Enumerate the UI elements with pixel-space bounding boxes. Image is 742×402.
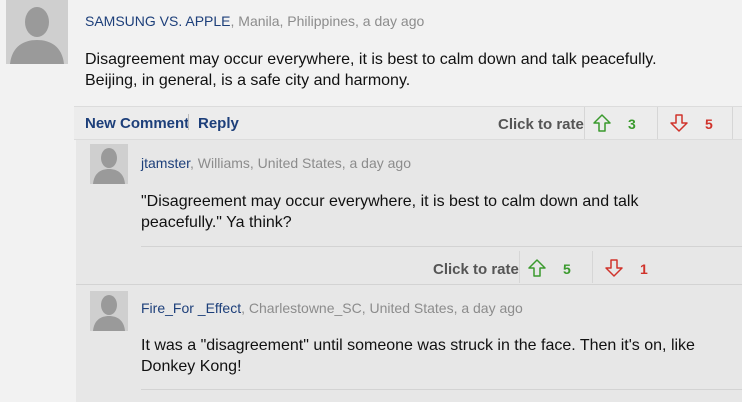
upvote-count: 5 — [563, 261, 571, 277]
comment-text: It was a "disagreement" until someone wa… — [141, 337, 695, 375]
upvote-arrow-icon[interactable] — [528, 259, 546, 277]
reply-comment: Fire_For _Effect, Charlestowne_SC, Unite… — [76, 285, 742, 402]
downvote-arrow-icon[interactable] — [605, 259, 623, 277]
comment: SAMSUNG VS. APPLE, Manila, Philippines, … — [0, 0, 742, 140]
rate-label: Click to rate — [433, 261, 519, 278]
action-divider — [188, 114, 189, 130]
reply-comment: jtamster, Williams, United States, a day… — [76, 140, 742, 284]
upvote-count: 3 — [628, 116, 636, 132]
user-silhouette-icon — [90, 144, 128, 184]
comment-action-bar: New Comment Reply Click to rate 3 5 — [74, 106, 742, 140]
author-name[interactable]: SAMSUNG VS. APPLE — [85, 13, 231, 29]
downvote-count: 1 — [640, 261, 648, 277]
author-name[interactable]: Fire_For _Effect — [141, 300, 241, 316]
avatar[interactable] — [6, 0, 68, 64]
comment-meta: jtamster, Williams, United States, a day… — [141, 155, 411, 171]
rate-divider — [592, 251, 593, 283]
reply-button[interactable]: Reply — [198, 115, 239, 132]
avatar[interactable] — [90, 144, 128, 184]
upvote-arrow-icon[interactable] — [593, 114, 611, 132]
new-comment-button[interactable]: New Comment — [85, 115, 189, 132]
rate-divider — [657, 107, 658, 139]
user-silhouette-icon — [6, 0, 68, 64]
downvote-arrow-icon[interactable] — [670, 114, 688, 132]
rate-divider — [732, 107, 733, 139]
comment-location-time: , Williams, United States, a day ago — [190, 155, 412, 171]
avatar[interactable] — [90, 291, 128, 331]
comment-text: "Disagreement may occur everywhere, it i… — [141, 193, 639, 231]
rate-row: Click to rate 5 1 — [141, 246, 742, 285]
comment-meta: Fire_For _Effect, Charlestowne_SC, Unite… — [141, 300, 523, 316]
comment-text: Disagreement may occur everywhere, it is… — [85, 51, 657, 89]
comment-location-time: , Manila, Philippines, a day ago — [230, 13, 425, 29]
rate-divider — [584, 107, 585, 139]
rate-label: Click to rate — [498, 116, 584, 133]
rate-divider — [519, 251, 520, 283]
comment-meta: SAMSUNG VS. APPLE, Manila, Philippines, … — [85, 13, 424, 29]
user-silhouette-icon — [90, 291, 128, 331]
downvote-count: 5 — [705, 116, 713, 132]
author-name[interactable]: jtamster — [141, 155, 190, 171]
rate-row-border — [141, 389, 742, 390]
comment-location-time: , Charlestowne_SC, United States, a day … — [241, 300, 523, 316]
